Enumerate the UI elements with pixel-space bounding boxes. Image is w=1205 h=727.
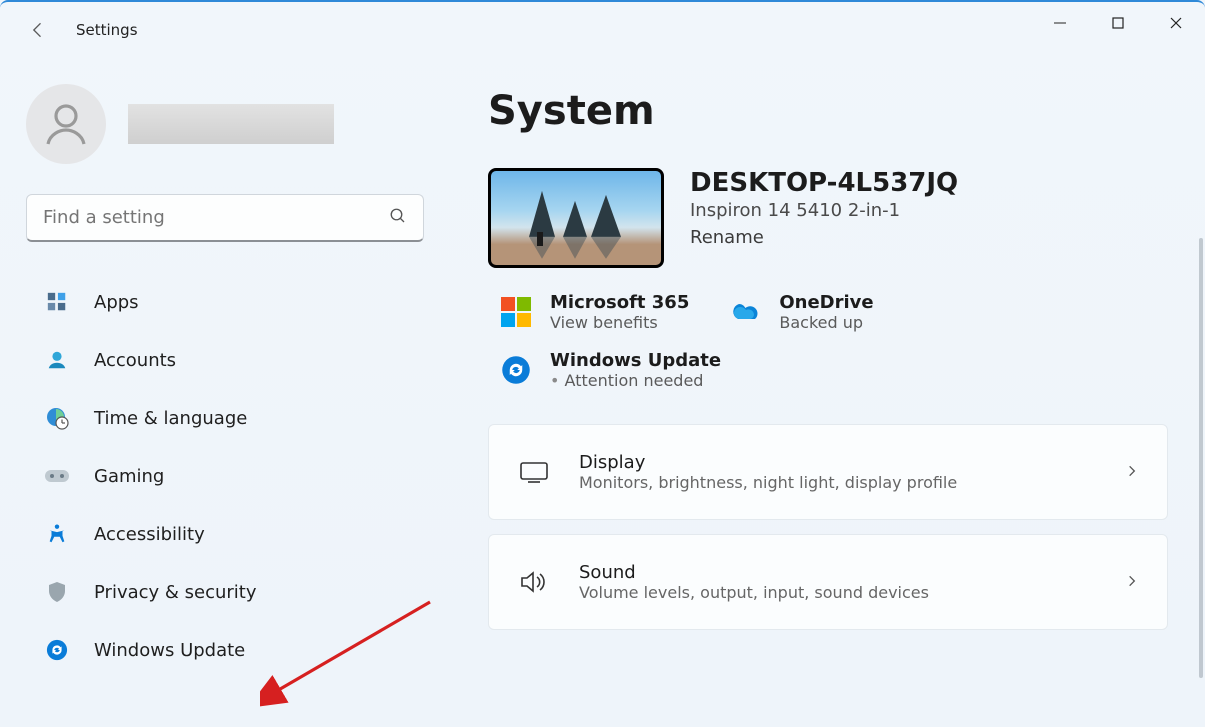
device-info: DESKTOP-4L537JQ Inspiron 14 5410 2-in-1 … <box>690 168 958 248</box>
accounts-icon <box>44 347 70 373</box>
search-icon <box>389 207 407 229</box>
sidebar-item-label: Apps <box>94 292 139 313</box>
maximize-button[interactable] <box>1089 2 1147 44</box>
device-name: DESKTOP-4L537JQ <box>690 168 958 198</box>
tile-title: Windows Update <box>550 350 721 371</box>
shield-icon <box>44 579 70 605</box>
tile-windows-update[interactable]: Windows Update Attention needed <box>488 346 1169 394</box>
windows-update-icon <box>498 352 534 388</box>
time-language-icon <box>44 405 70 431</box>
tile-title: Microsoft 365 <box>550 292 689 313</box>
status-tiles: Microsoft 365 View benefits OneDrive Bac… <box>488 288 1169 394</box>
apps-icon <box>44 289 70 315</box>
search-box[interactable] <box>26 194 424 242</box>
sidebar-item-label: Accessibility <box>94 524 205 545</box>
device-thumbnail[interactable] <box>488 168 664 268</box>
card-title: Display <box>579 452 1097 473</box>
chevron-right-icon <box>1125 463 1139 482</box>
sidebar-item-windows-update[interactable]: Windows Update <box>26 624 424 676</box>
sidebar-item-time-language[interactable]: Time & language <box>26 392 424 444</box>
back-button[interactable] <box>24 16 52 44</box>
sidebar-item-privacy-security[interactable]: Privacy & security <box>26 566 424 618</box>
app-title: Settings <box>76 21 138 39</box>
sidebar-item-accessibility[interactable]: Accessibility <box>26 508 424 560</box>
main-panel: System DESKTOP-4L537JQ Inspiron 14 5410 … <box>440 58 1205 727</box>
page-title: System <box>488 88 1169 134</box>
close-button[interactable] <box>1147 2 1205 44</box>
account-name-redacted <box>128 104 334 144</box>
sidebar-item-gaming[interactable]: Gaming <box>26 450 424 502</box>
gaming-icon <box>44 463 70 489</box>
minimize-button[interactable] <box>1031 2 1089 44</box>
tile-sub: Attention needed <box>550 371 721 390</box>
card-sound[interactable]: Sound Volume levels, output, input, soun… <box>488 534 1168 630</box>
tile-onedrive[interactable]: OneDrive Backed up <box>717 288 917 336</box>
sidebar-item-label: Accounts <box>94 350 176 371</box>
nav-list: Apps Accounts Time & language Gaming <box>26 276 440 676</box>
tile-microsoft-365[interactable]: Microsoft 365 View benefits <box>488 288 699 336</box>
sidebar: Apps Accounts Time & language Gaming <box>0 58 440 727</box>
account-header[interactable] <box>26 84 440 164</box>
windows-update-icon <box>44 637 70 663</box>
card-sub: Volume levels, output, input, sound devi… <box>579 583 1097 602</box>
sound-icon <box>517 565 551 599</box>
chevron-right-icon <box>1125 573 1139 592</box>
tile-sub: Backed up <box>779 313 873 332</box>
sidebar-item-apps[interactable]: Apps <box>26 276 424 328</box>
sidebar-item-label: Gaming <box>94 466 164 487</box>
settings-cards: Display Monitors, brightness, night ligh… <box>488 424 1169 630</box>
sidebar-item-label: Privacy & security <box>94 582 257 603</box>
rename-link[interactable]: Rename <box>690 227 958 248</box>
display-icon <box>517 455 551 489</box>
tile-title: OneDrive <box>779 292 873 313</box>
avatar <box>26 84 106 164</box>
scrollbar[interactable] <box>1199 238 1203 678</box>
tile-sub: View benefits <box>550 313 689 332</box>
card-display[interactable]: Display Monitors, brightness, night ligh… <box>488 424 1168 520</box>
accessibility-icon <box>44 521 70 547</box>
device-model: Inspiron 14 5410 2-in-1 <box>690 200 958 221</box>
sidebar-item-label: Time & language <box>94 408 247 429</box>
card-sub: Monitors, brightness, night light, displ… <box>579 473 1097 492</box>
title-bar: Settings <box>0 2 1205 58</box>
onedrive-icon <box>727 294 763 330</box>
search-input[interactable] <box>43 207 389 228</box>
window-controls <box>1031 2 1205 44</box>
device-row: DESKTOP-4L537JQ Inspiron 14 5410 2-in-1 … <box>488 168 1169 268</box>
sidebar-item-label: Windows Update <box>94 640 245 661</box>
microsoft-365-icon <box>498 294 534 330</box>
card-title: Sound <box>579 562 1097 583</box>
sidebar-item-accounts[interactable]: Accounts <box>26 334 424 386</box>
